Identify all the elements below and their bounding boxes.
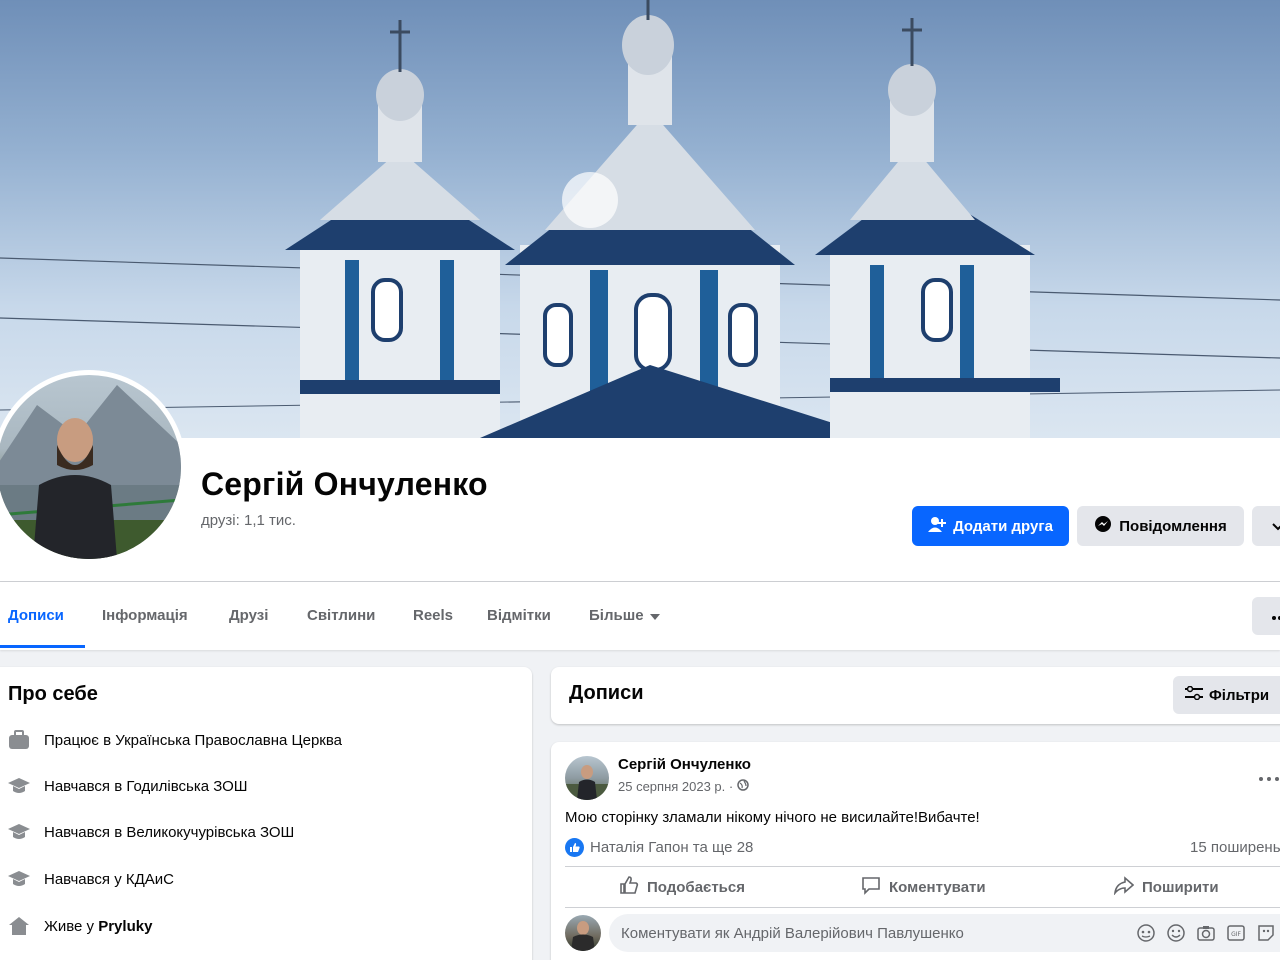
svg-text:GIF: GIF — [1231, 931, 1241, 938]
about-card: Про себе Працює в Українська Православна… — [0, 667, 532, 960]
emoji-icon[interactable] — [1166, 923, 1186, 943]
about-item-prefix: Навчався в — [44, 823, 127, 841]
post-card: Сергій Ончуленко 25 серпня 2023 р. · Мою… — [551, 742, 1280, 960]
profile-name: Сергій Ончуленко — [201, 466, 488, 502]
about-item-value[interactable]: КДАиС — [126, 871, 174, 888]
thumbs-up-icon — [619, 875, 639, 899]
tab-friends[interactable]: Друзі — [229, 582, 268, 648]
posts-title: Дописи — [569, 682, 644, 704]
about-item-value[interactable]: Годилівська ЗОШ — [126, 778, 247, 795]
tabs-more-options-button[interactable] — [1252, 597, 1280, 635]
profile-avatar[interactable] — [0, 370, 186, 564]
share-button[interactable]: Поширити — [1113, 870, 1219, 904]
post-timestamp[interactable]: 25 серпня 2023 р. · — [618, 779, 749, 794]
chevron-down-icon — [1272, 518, 1280, 535]
gif-icon[interactable]: GIF — [1226, 923, 1246, 943]
post-options-button[interactable] — [1259, 764, 1279, 787]
filters-button[interactable]: Фільтри — [1173, 676, 1280, 714]
like-reaction-icon — [565, 838, 584, 857]
about-title: Про себе — [8, 683, 98, 705]
posts-header-card: Дописи Фільтри — [551, 667, 1280, 724]
graduation-cap-icon — [8, 868, 30, 890]
sticker-icon[interactable] — [1256, 923, 1276, 943]
about-item-prefix: Навчався в — [44, 777, 127, 795]
camera-icon[interactable] — [1196, 923, 1216, 943]
cover-church-illustration — [0, 0, 1280, 438]
tab-info[interactable]: Інформація — [102, 582, 188, 648]
graduation-cap-icon — [8, 821, 30, 843]
about-item-prefix: Навчався у — [44, 870, 126, 888]
comment-placeholder: Коментувати як Андрій Валерійович Павлуш… — [621, 924, 964, 942]
about-item-residence: Живе у Pryluky — [8, 915, 152, 937]
active-tab-indicator — [0, 645, 85, 648]
tab-tags[interactable]: Відмітки — [487, 582, 551, 648]
filters-icon — [1185, 685, 1203, 704]
ellipsis-icon — [1259, 777, 1279, 781]
like-label: Подобається — [647, 878, 745, 896]
comment-icon — [861, 875, 881, 899]
add-friend-button[interactable]: Додати друга — [912, 506, 1069, 546]
shares-count[interactable]: 15 поширень — [1190, 839, 1280, 856]
add-friend-icon — [928, 516, 947, 536]
add-friend-label: Додати друга — [953, 517, 1053, 535]
post-divider — [565, 907, 1280, 908]
post-author-name[interactable]: Сергій Ончуленко — [618, 756, 751, 773]
filters-label: Фільтри — [1209, 686, 1270, 704]
current-user-avatar[interactable] — [565, 915, 601, 951]
share-label: Поширити — [1142, 878, 1219, 896]
globe-icon — [737, 779, 749, 794]
about-item-prefix: Працює в — [44, 731, 116, 749]
like-button[interactable]: Подобається — [619, 870, 745, 904]
messenger-icon — [1094, 515, 1112, 537]
post-text: Мою сторінку зламали нікому нічого не ви… — [565, 809, 980, 826]
about-item-value[interactable]: Українська Православна Церква — [115, 732, 342, 749]
avatar-sticker-icon[interactable] — [1136, 923, 1156, 943]
post-divider — [565, 866, 1280, 867]
tab-more[interactable]: Більше — [589, 582, 660, 648]
post-reactions[interactable]: Наталія Гапон та ще 28 — [565, 838, 753, 857]
comment-label: Коментувати — [889, 878, 986, 896]
tab-posts[interactable]: Дописи — [8, 582, 64, 648]
about-item-value[interactable]: Великокучурівська ЗОШ — [126, 824, 294, 841]
friends-count[interactable]: друзі: 1,1 тис. — [201, 512, 296, 529]
message-button[interactable]: Повідомлення — [1077, 506, 1244, 546]
comment-tools: GIF — [1136, 923, 1276, 943]
home-icon — [8, 915, 30, 937]
graduation-cap-icon — [8, 775, 30, 797]
about-item-education: Навчався в Великокучурівська ЗОШ — [8, 821, 294, 843]
reactions-text: Наталія Гапон та ще 28 — [590, 839, 754, 856]
cover-photo[interactable] — [0, 0, 1280, 438]
comment-button[interactable]: Коментувати — [861, 870, 986, 904]
message-label: Повідомлення — [1119, 517, 1227, 535]
about-item-value[interactable]: Pryluky — [98, 918, 152, 935]
briefcase-icon — [8, 729, 30, 751]
share-icon — [1113, 875, 1135, 899]
post-author-avatar[interactable] — [565, 756, 609, 800]
tab-reels[interactable]: Reels — [413, 582, 453, 648]
post-date-text: 25 серпня 2023 р. · — [618, 779, 734, 794]
caret-down-icon — [649, 607, 660, 624]
about-item-education: Навчався у КДАиС — [8, 868, 174, 890]
tab-more-label: Більше — [589, 606, 644, 624]
tab-photos[interactable]: Світлини — [307, 582, 375, 648]
ellipsis-icon — [1272, 607, 1280, 625]
about-item-work: Працює в Українська Православна Церква — [8, 729, 342, 751]
about-item-prefix: Живе у — [44, 917, 99, 935]
profile-options-button[interactable] — [1252, 506, 1280, 546]
about-item-education: Навчався в Годилівська ЗОШ — [8, 775, 248, 797]
